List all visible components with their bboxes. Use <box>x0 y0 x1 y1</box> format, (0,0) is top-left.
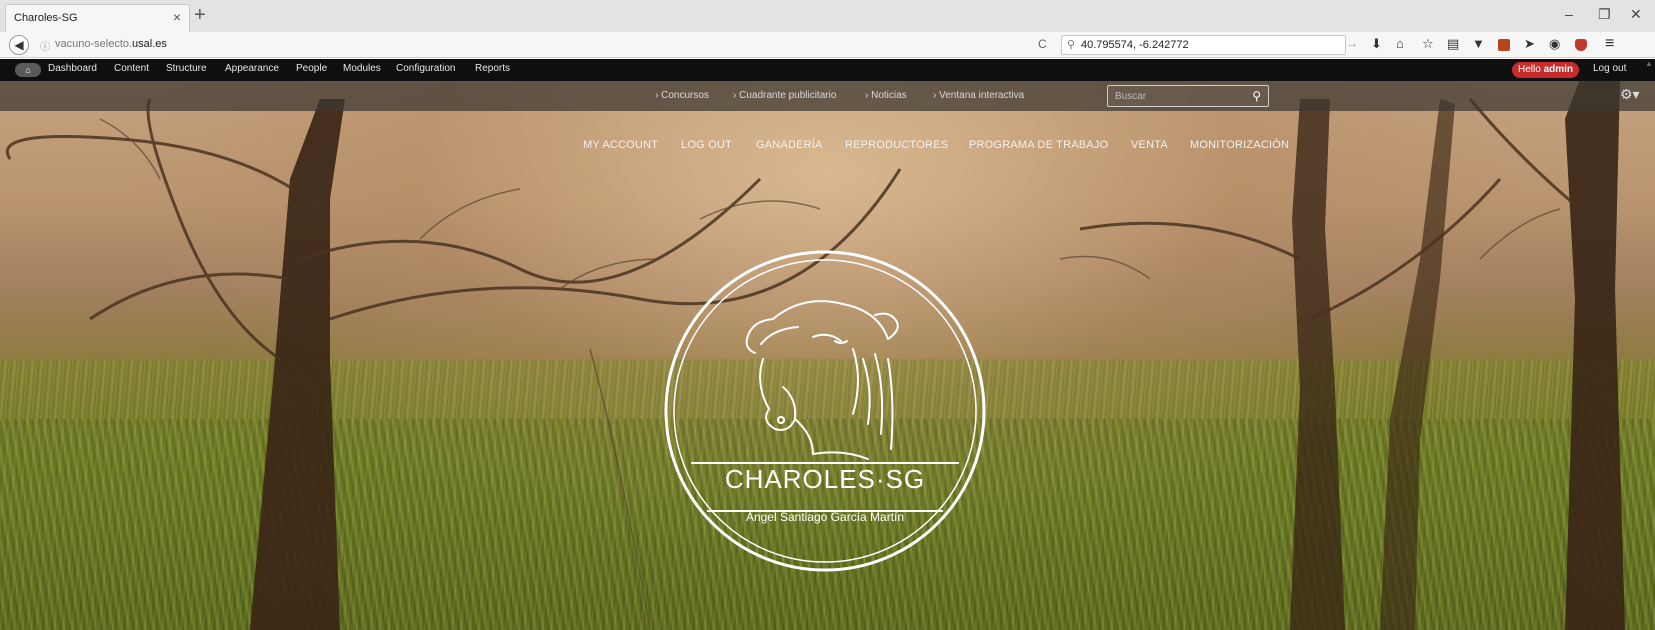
tab-close-icon[interactable]: × <box>173 10 181 24</box>
chat-icon[interactable]: ◉ <box>1549 37 1560 51</box>
download-icon[interactable]: ⬇ <box>1371 37 1382 51</box>
restore-button[interactable]: ❐ <box>1598 6 1611 23</box>
browser-search-input[interactable]: ⚲ 40.795574, -6.242772 <box>1061 35 1346 55</box>
menu-icon[interactable]: ≡ <box>1605 36 1614 52</box>
brand-title: CHAROLES·SG <box>724 464 926 494</box>
browser-search-value: 40.795574, -6.242772 <box>1081 39 1189 51</box>
info-icon[interactable]: ⓘ <box>40 38 50 53</box>
menu-item-programa[interactable]: PROGRAMA DE TRABAJO <box>969 139 1108 151</box>
secnav-item-cuadrante[interactable]: › Cuadrante publicitario <box>733 90 836 101</box>
new-tab-button[interactable]: + <box>194 5 206 25</box>
url-prefix: vacuno-selecto. <box>55 38 133 50</box>
minimize-button[interactable]: – <box>1565 6 1573 22</box>
bookmark-star-icon[interactable]: ☆ <box>1422 37 1434 51</box>
address-bar[interactable]: vacuno-selecto.usal.es <box>55 38 167 50</box>
url-domain: usal.es <box>132 38 167 50</box>
admin-home-icon[interactable]: ⌂ <box>15 63 41 77</box>
secnav-item-ventana[interactable]: › Ventana interactiva <box>933 90 1024 101</box>
search-icon: ⚲ <box>1067 39 1076 51</box>
admin-item-people[interactable]: People <box>296 63 327 74</box>
pocket-icon[interactable]: ▼ <box>1472 37 1485 51</box>
menu-item-ganaderia[interactable]: GANADERÍA <box>756 139 823 151</box>
menu-item-venta[interactable]: VENTA <box>1131 139 1168 151</box>
charoles-logo[interactable] <box>663 249 987 573</box>
hello-admin-badge[interactable]: Hello admin <box>1512 62 1580 78</box>
hello-prefix: Hello <box>1518 64 1544 75</box>
site-search-input[interactable]: Buscar ⚲ <box>1107 85 1269 107</box>
menu-item-my-account[interactable]: MY ACCOUNT <box>583 139 658 151</box>
admin-toolbar: ⌂ Dashboard Content Structure Appearance… <box>0 59 1655 81</box>
browser-nav-bar: ◀ ⓘ vacuno-selecto.usal.es C ⚲ 40.795574… <box>0 32 1655 58</box>
admin-item-modules[interactable]: Modules <box>343 63 381 74</box>
scroll-up-icon[interactable]: ▲ <box>1645 59 1653 68</box>
admin-item-structure[interactable]: Structure <box>166 63 207 74</box>
admin-logout-link[interactable]: Log out <box>1593 63 1626 74</box>
menu-item-monitorizacion[interactable]: MONITORIZACIÓN <box>1190 139 1289 151</box>
home-icon[interactable]: ⌂ <box>1396 37 1404 51</box>
clipboard-icon[interactable]: ▤ <box>1447 37 1459 51</box>
secnav-item-noticias[interactable]: › Noticias <box>865 90 907 101</box>
admin-item-appearance[interactable]: Appearance <box>225 63 279 74</box>
admin-item-content[interactable]: Content <box>114 63 149 74</box>
admin-item-configuration[interactable]: Configuration <box>396 63 455 74</box>
close-window-button[interactable]: ✕ <box>1630 6 1642 23</box>
admin-item-reports[interactable]: Reports <box>475 63 510 74</box>
gear-icon[interactable]: ⚙▾ <box>1620 86 1640 103</box>
menu-item-log-out[interactable]: LOG OUT <box>681 139 732 151</box>
page-viewport: ⌂ Dashboard Content Structure Appearance… <box>0 59 1655 630</box>
extension-icon[interactable] <box>1498 39 1510 51</box>
menu-item-reproductores[interactable]: REPRODUCTORES <box>845 139 948 151</box>
secnav-item-concursos[interactable]: › Concursos <box>655 90 709 101</box>
forward-icon[interactable]: → <box>1347 37 1358 51</box>
brand-author: Angel Santiago García Martín <box>745 510 905 524</box>
admin-item-dashboard[interactable]: Dashboard <box>48 63 97 74</box>
search-icon[interactable]: ⚲ <box>1252 89 1261 103</box>
send-icon[interactable]: ➤ <box>1524 37 1535 51</box>
back-arrow-icon[interactable]: ◀ <box>9 35 29 55</box>
reload-icon[interactable]: C <box>1038 37 1047 51</box>
browser-tab[interactable]: Charoles-SG × <box>5 4 190 32</box>
site-search-placeholder: Buscar <box>1115 91 1147 102</box>
secondary-nav: › Concursos › Cuadrante publicitario › N… <box>0 81 1655 111</box>
tab-title: Charoles-SG <box>14 12 78 24</box>
browser-tab-bar: Charoles-SG × + – ❐ ✕ <box>0 0 1655 32</box>
shield-icon[interactable] <box>1575 39 1587 51</box>
hello-user: admin <box>1543 64 1574 75</box>
